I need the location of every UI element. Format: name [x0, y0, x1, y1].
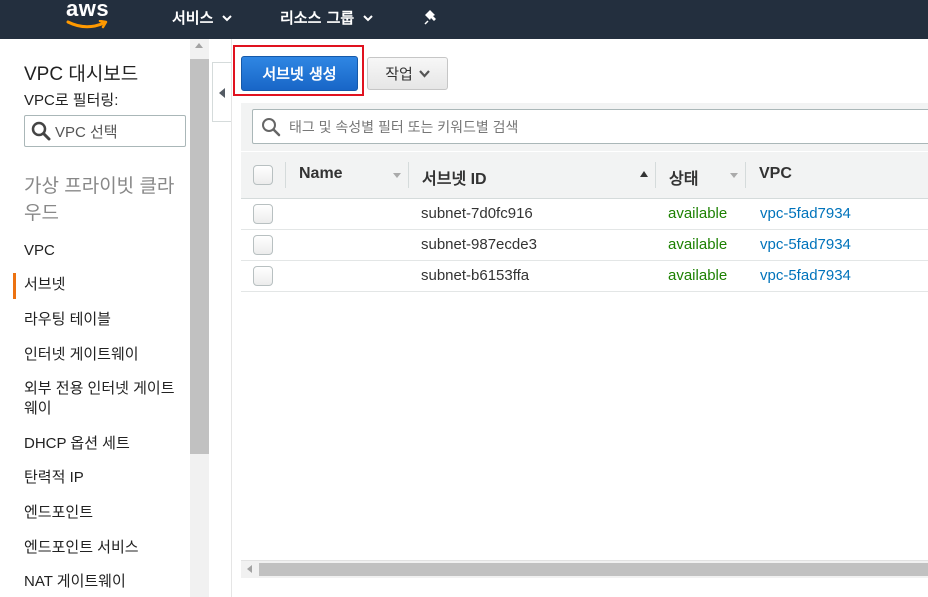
row-checkbox[interactable] — [253, 204, 273, 224]
resource-groups-menu[interactable]: 리소스 그룹 — [280, 7, 374, 28]
column-separator — [285, 162, 286, 188]
sidebar-item-egress-only-gateways[interactable]: 외부 전용 인터넷 게이트웨이 — [24, 379, 184, 419]
services-menu-label: 서비스 — [172, 9, 214, 27]
column-header-subnet-id[interactable]: 서브넷 ID — [422, 165, 487, 189]
search-placeholder: 태그 및 속성별 필터 또는 키워드별 검색 — [289, 118, 519, 135]
row-checkbox[interactable] — [253, 235, 273, 255]
table-horizontal-scrollbar[interactable] — [241, 560, 928, 578]
caret-down-icon — [418, 69, 430, 78]
filter-search-input[interactable]: 태그 및 속성별 필터 또는 키워드별 검색 — [252, 109, 928, 144]
table-row[interactable]: subnet-b6153ffa available vpc-5fad7934 — [241, 261, 928, 292]
table-row[interactable]: subnet-7d0fc916 available vpc-5fad7934 — [241, 199, 928, 230]
sidebar-item-endpoints[interactable]: 엔드포인트 — [24, 503, 184, 523]
aws-logo-text: aws — [66, 0, 110, 21]
search-icon — [31, 121, 51, 141]
pin-icon — [424, 10, 436, 25]
sidebar-item-subnets[interactable]: 서브넷 — [24, 275, 184, 295]
vpc-select-placeholder: VPC 선택 — [55, 123, 118, 141]
actions-button-label: 작업 — [385, 65, 413, 83]
row-checkbox[interactable] — [253, 266, 273, 286]
table-header: Name 서브넷 ID 상태 VPC — [241, 152, 928, 199]
vpc-select[interactable]: VPC 선택 — [24, 115, 186, 147]
sidebar-item-elastic-ip[interactable]: 탄력적 IP — [24, 468, 184, 488]
content-divider — [231, 39, 232, 597]
chevron-down-icon — [222, 14, 233, 21]
column-header-name[interactable]: Name — [299, 165, 343, 183]
vpc-link[interactable]: vpc-5fad7934 — [760, 267, 851, 284]
state-cell: available — [668, 205, 728, 222]
subnet-id-cell: subnet-7d0fc916 — [421, 205, 533, 222]
column-separator — [408, 162, 409, 188]
sidebar-item-route-tables[interactable]: 라우팅 테이블 — [24, 310, 184, 330]
scroll-up-icon[interactable] — [195, 43, 203, 48]
sidebar-item-internet-gateways[interactable]: 인터넷 게이트웨이 — [24, 345, 184, 365]
sidebar-item-vpc[interactable]: VPC — [24, 241, 184, 261]
state-cell: available — [668, 236, 728, 253]
left-sidebar: VPC 대시보드 VPC로 필터링: VPC 선택 가상 프라이빗 클라우드 V… — [0, 39, 190, 597]
sidebar-item-endpoint-services[interactable]: 엔드포인트 서비스 — [24, 538, 184, 558]
collapse-left-icon — [219, 88, 225, 98]
table-row[interactable]: subnet-987ecde3 available vpc-5fad7934 — [241, 230, 928, 261]
sidebar-scrollbar-thumb[interactable] — [190, 59, 209, 454]
sort-icon[interactable] — [730, 173, 738, 178]
chevron-down-icon — [363, 14, 373, 21]
vpc-link[interactable]: vpc-5fad7934 — [760, 236, 851, 253]
sidebar-item-nat-gateways[interactable]: NAT 게이트웨이 — [24, 572, 184, 592]
column-separator — [745, 162, 746, 188]
sort-ascending-icon[interactable] — [640, 171, 648, 177]
top-navigation-bar: aws 서비스 리소스 그룹 — [0, 0, 928, 39]
vpc-filter-label: VPC로 필터링: — [24, 92, 119, 109]
sidebar-collapse-button[interactable] — [212, 62, 232, 122]
aws-logo[interactable]: aws — [62, 0, 122, 36]
actions-button[interactable]: 작업 — [367, 57, 448, 90]
column-header-vpc[interactable]: VPC — [759, 165, 792, 183]
scroll-left-icon[interactable] — [247, 565, 252, 573]
vpc-link[interactable]: vpc-5fad7934 — [760, 205, 851, 222]
sidebar-section-heading: 가상 프라이빗 클라우드 — [24, 176, 175, 224]
select-all-checkbox[interactable] — [253, 165, 273, 185]
subnet-id-cell: subnet-987ecde3 — [421, 236, 537, 253]
horizontal-scrollbar-thumb[interactable] — [259, 563, 928, 576]
sort-icon[interactable] — [393, 173, 401, 178]
create-subnet-button[interactable]: 서브넷 생성 — [241, 56, 358, 91]
column-separator — [655, 162, 656, 188]
aws-smile-icon — [66, 20, 108, 29]
sidebar-title[interactable]: VPC 대시보드 — [24, 59, 138, 86]
resource-groups-menu-label: 리소스 그룹 — [280, 9, 355, 27]
create-subnet-button-label: 서브넷 생성 — [262, 65, 337, 83]
state-cell: available — [668, 267, 728, 284]
sidebar-item-dhcp-options[interactable]: DHCP 옵션 세트 — [24, 434, 184, 454]
services-menu[interactable]: 서비스 — [172, 7, 233, 28]
active-item-indicator — [13, 273, 16, 299]
column-header-state[interactable]: 상태 — [669, 165, 698, 189]
subnet-id-cell: subnet-b6153ffa — [421, 267, 530, 284]
search-icon — [262, 117, 281, 136]
pin-button[interactable] — [424, 9, 440, 25]
